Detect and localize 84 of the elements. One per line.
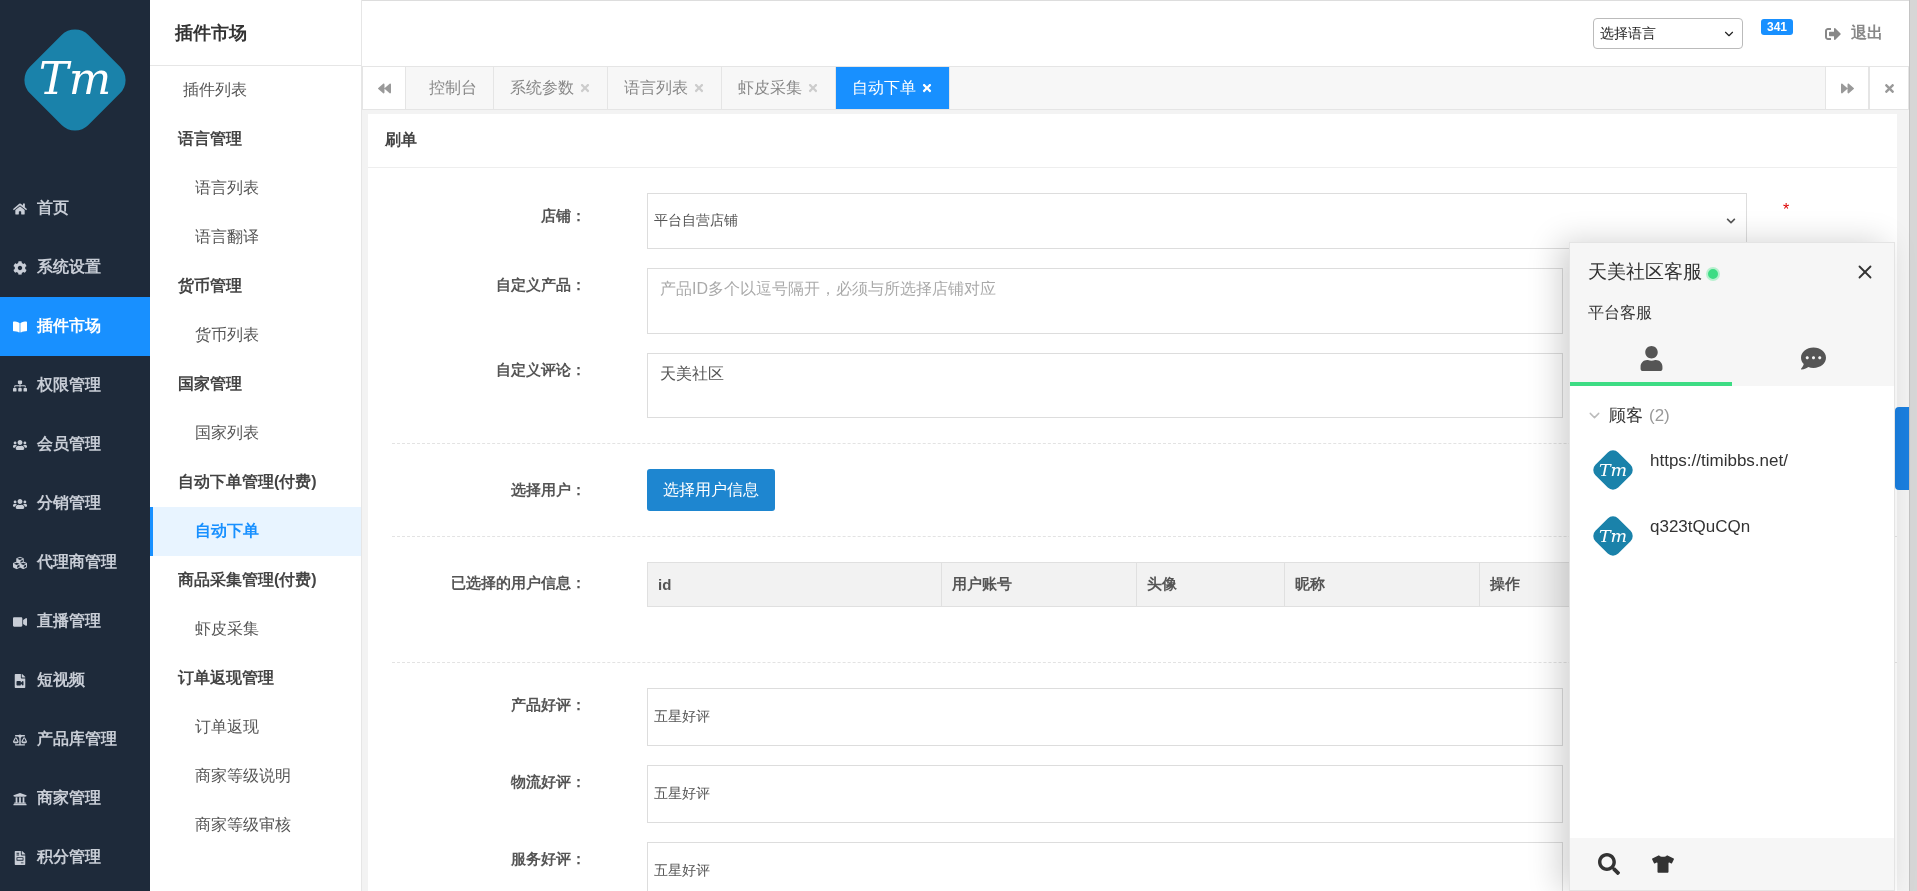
- menu-group-label: 语言管理: [176, 129, 243, 149]
- logout-link[interactable]: 退出: [1825, 23, 1883, 44]
- input-field[interactable]: 五星好评: [647, 765, 1563, 823]
- text-area[interactable]: 天美社区: [647, 353, 1563, 418]
- video-file-icon: [13, 673, 27, 688]
- contact-name[interactable]: q323tQuCQn: [1650, 513, 1751, 537]
- scale-icon: [13, 732, 27, 747]
- input-field[interactable]: 五星好评: [647, 842, 1563, 891]
- close-icon[interactable]: [921, 82, 933, 94]
- nav-item[interactable]: 代理商管理: [0, 533, 150, 592]
- scroll-left-button[interactable]: [362, 67, 406, 109]
- required-mark: *: [1783, 201, 1790, 219]
- users-icon: [13, 496, 27, 511]
- search-icon[interactable]: [1598, 853, 1620, 875]
- menu-group-label: 自动下单管理(付费): [177, 472, 318, 492]
- nav-item[interactable]: 权限管理: [0, 356, 150, 415]
- submenu-item[interactable]: 国家列表: [150, 409, 361, 458]
- submenu-title: 插件市场: [150, 0, 361, 66]
- nav-item[interactable]: 分销管理: [0, 474, 150, 533]
- field-label: 服务好评：: [510, 849, 587, 869]
- avatar: Tm: [1590, 513, 1636, 559]
- document-icon: [13, 850, 27, 865]
- field-label: 已选择的用户信息：: [450, 573, 587, 593]
- field-label: 产品好评：: [510, 695, 587, 715]
- close-icon[interactable]: [693, 82, 705, 94]
- tshirt-icon[interactable]: [1652, 853, 1674, 875]
- panel-title: 刷单: [368, 114, 1897, 168]
- nav-item[interactable]: 会员管理: [0, 415, 150, 474]
- close-icon[interactable]: [579, 82, 591, 94]
- nav-item[interactable]: 商家管理: [0, 769, 150, 828]
- close-tabs-button[interactable]: [1869, 67, 1909, 109]
- submenu-item[interactable]: 货币列表: [150, 311, 361, 360]
- field-label: 物流好评：: [509, 772, 587, 792]
- chat-subtitle: 平台客服: [1588, 303, 1653, 323]
- field-label: 店铺：: [540, 206, 587, 226]
- field-label: 自定义评论：: [495, 360, 587, 380]
- submenu-item[interactable]: 插件列表: [150, 66, 361, 115]
- book-icon: [13, 319, 27, 334]
- menu-group-label: 订单返现管理: [176, 668, 275, 688]
- field-label: 自定义产品：: [495, 275, 587, 295]
- column-header: 用户账号: [942, 563, 1137, 606]
- video-camera-icon: [13, 614, 27, 629]
- menu-group-label: 国家管理: [177, 374, 243, 394]
- submenu-item[interactable]: 语言翻译: [150, 213, 361, 262]
- column-header: 头像: [1137, 563, 1285, 606]
- user-icon: [1638, 345, 1664, 371]
- scroll-right-button[interactable]: [1825, 67, 1869, 109]
- logout-icon: [1825, 25, 1841, 42]
- field-label: 选择用户：: [510, 480, 587, 500]
- close-icon: [1882, 81, 1896, 95]
- select-user-button[interactable]: 选择用户信息: [647, 469, 775, 511]
- contact-name[interactable]: https://timibbs.net/: [1650, 447, 1788, 471]
- close-icon[interactable]: [807, 82, 819, 94]
- input-field[interactable]: 五星好评: [647, 688, 1563, 746]
- chat-title: 天美社区客服: [1588, 261, 1702, 282]
- column-header: id: [648, 563, 942, 606]
- cubes-icon: [13, 555, 27, 570]
- menu-group-label: 货币管理: [177, 276, 243, 297]
- fast-forward-icon: [1840, 81, 1854, 95]
- nav-item[interactable]: 产品库管理: [0, 710, 150, 769]
- nav-item[interactable]: 积分管理: [0, 828, 150, 887]
- chat-bubble-icon: [1800, 345, 1826, 371]
- bank-icon: [13, 791, 27, 806]
- nav-item[interactable]: 直播管理: [0, 592, 150, 651]
- users-icon: [13, 437, 27, 452]
- menu-group-label: 商品采集管理(付费): [177, 570, 318, 590]
- contact-group[interactable]: 顾客 (2): [1586, 404, 1878, 427]
- submenu-item[interactable]: 商家等级说明: [150, 752, 361, 801]
- home-icon: [13, 201, 27, 216]
- nav-item[interactable]: 短视频: [0, 651, 150, 710]
- nav-item[interactable]: 首页: [0, 179, 150, 238]
- store-select[interactable]: 平台自营店铺: [647, 193, 1747, 249]
- sitemap-icon: [13, 378, 27, 393]
- chevron-icon: [1726, 216, 1736, 226]
- submenu-item[interactable]: 订单返现: [150, 703, 361, 752]
- language-select[interactable]: 选择语言: [1592, 18, 1743, 49]
- rewind-icon: [377, 81, 391, 95]
- submenu-item[interactable]: 虾皮采集: [150, 605, 361, 654]
- submenu-item[interactable]: 语言列表: [150, 164, 361, 213]
- gear-icon: [13, 260, 27, 275]
- avatar: Tm: [1590, 447, 1636, 493]
- submenu-item[interactable]: 商家等级审核: [150, 801, 361, 850]
- column-header: 昵称: [1285, 563, 1480, 606]
- nav-item[interactable]: 系统设置: [0, 238, 150, 297]
